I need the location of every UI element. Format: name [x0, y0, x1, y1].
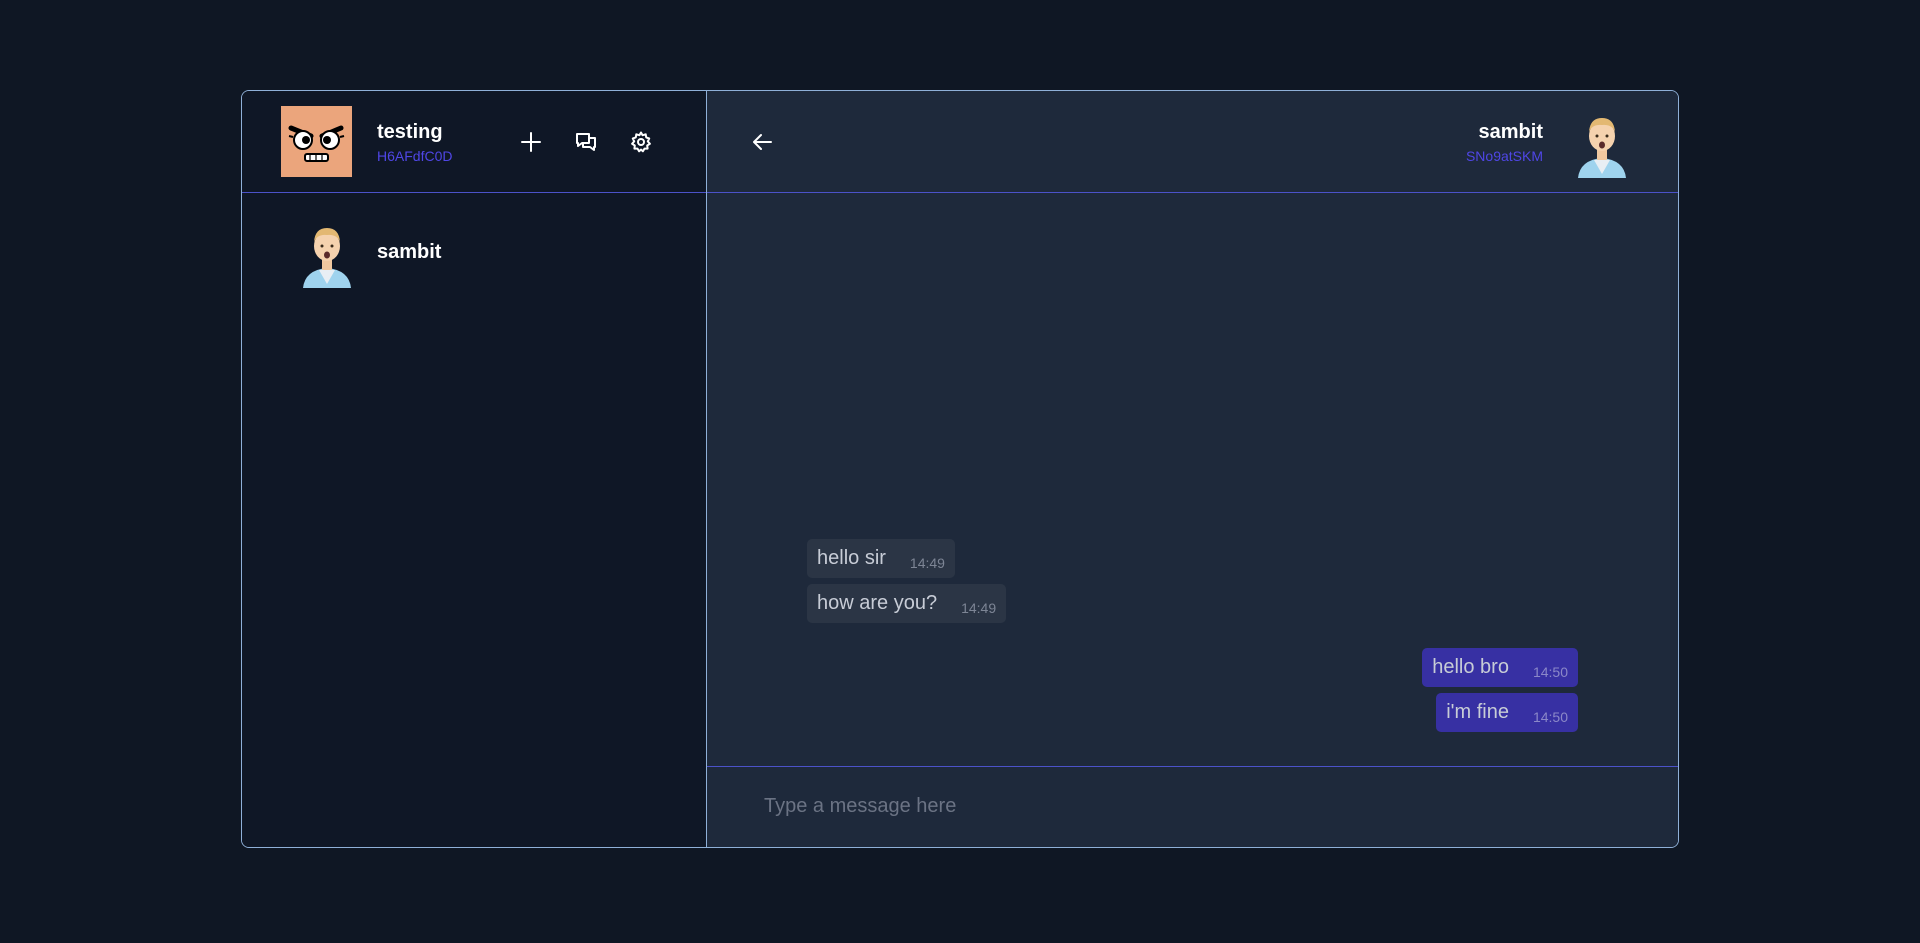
- message-time: 14:50: [1532, 708, 1568, 725]
- current-user-id: H6AFdfC0D: [377, 148, 453, 164]
- back-button[interactable]: [747, 127, 777, 157]
- settings-button[interactable]: [628, 129, 654, 155]
- message-input[interactable]: [762, 785, 1678, 827]
- message-bubble-outgoing: hello bro 14:50: [1422, 648, 1578, 687]
- peer-id: SNo9atSKM: [1465, 148, 1543, 164]
- current-user-name: testing: [377, 121, 443, 143]
- message-list: hello sir 14:49 how are you? 14:49 hello…: [707, 193, 1678, 766]
- message-time: 14:50: [1532, 663, 1568, 680]
- new-chat-button[interactable]: [518, 129, 544, 155]
- message-composer: [707, 766, 1678, 847]
- arrow-left-icon: [753, 134, 772, 150]
- message-bubble-outgoing: i'm fine 14:50: [1436, 693, 1578, 732]
- chat-app-window: testing H6AFdfC0D sambit sambit SNo9atSK…: [241, 90, 1679, 848]
- message-bubble-incoming: how are you? 14:49: [807, 584, 1007, 623]
- contact-name: sambit: [377, 241, 442, 263]
- plus-icon: [521, 132, 541, 152]
- angry-face-avatar-icon[interactable]: [281, 106, 352, 177]
- man-avatar-icon[interactable]: [1574, 106, 1630, 178]
- sidebar-header: testing H6AFdfC0D: [242, 91, 706, 193]
- peer-name: sambit: [1478, 121, 1543, 143]
- chat-header: sambit SNo9atSKM: [707, 91, 1678, 193]
- chat-panel: sambit SNo9atSKM hello sir 14:49 how are…: [707, 91, 1678, 847]
- message-text: i'm fine: [1446, 701, 1509, 723]
- gear-icon: [631, 131, 651, 153]
- contact-list: sambit: [242, 193, 706, 847]
- sidebar: testing H6AFdfC0D sambit: [242, 91, 707, 847]
- message-text: how are you?: [817, 592, 938, 614]
- man-avatar-icon: [299, 218, 355, 288]
- message-time: 14:49: [909, 554, 945, 571]
- message-bubble-incoming: hello sir 14:49: [807, 539, 955, 578]
- chats-button[interactable]: [573, 129, 599, 155]
- message-text: hello sir: [817, 547, 886, 569]
- message-time: 14:49: [961, 599, 997, 616]
- contact-item-sambit[interactable]: sambit: [242, 213, 706, 313]
- chat-bubbles-icon: [576, 133, 596, 151]
- message-text: hello bro: [1432, 656, 1509, 678]
